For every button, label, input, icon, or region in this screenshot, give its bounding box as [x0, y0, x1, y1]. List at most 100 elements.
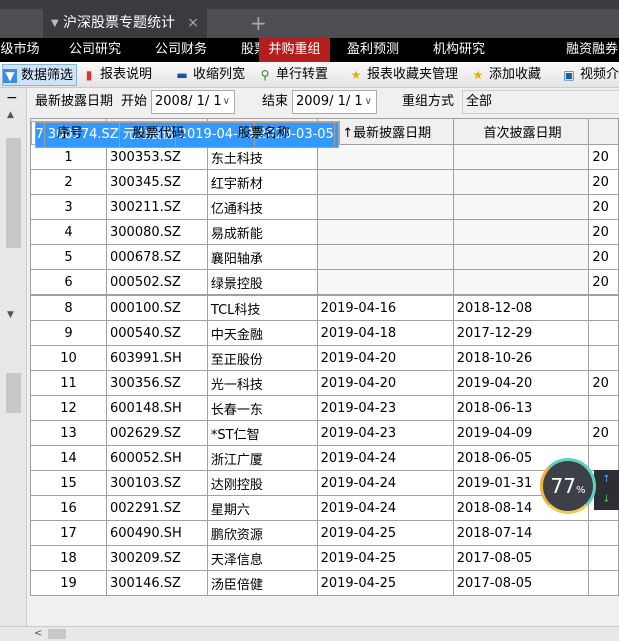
- video-button[interactable]: ▣ 视频介绍: [562, 64, 619, 86]
- col-header-extra[interactable]: [588, 118, 619, 145]
- table-cell: 2019-04-20: [316, 370, 454, 396]
- nav-item[interactable]: 公司研究: [52, 38, 138, 62]
- method-select[interactable]: 全部: [462, 90, 619, 114]
- table-row[interactable]: 9 000540.SZ 中天金融 2019-04-18 2017-12-29: [30, 320, 619, 346]
- performance-gauge[interactable]: 77%: [540, 458, 596, 514]
- table-cell: 300146.SZ: [106, 570, 208, 596]
- data-filter-button[interactable]: ▼ 数据筛选: [2, 64, 78, 86]
- chart-icon: ▮: [85, 68, 93, 82]
- table-cell: 2019-04-25: [316, 520, 454, 546]
- table-cell: 汤臣倍健: [206, 570, 318, 596]
- table-row[interactable]: 3 300211.SZ 亿通科技 20: [30, 194, 619, 220]
- scroll-thumb[interactable]: [48, 629, 66, 639]
- chevron-down-icon: ∨: [364, 96, 372, 107]
- table-row[interactable]: 6 000502.SZ 绿景控股 20: [30, 269, 619, 295]
- scroll-up-icon[interactable]: ▲: [7, 110, 14, 120]
- table-row[interactable]: 1 300353.SZ 东土科技 20: [30, 144, 619, 170]
- scroll-left-icon[interactable]: <: [34, 628, 42, 639]
- table-cell: 16: [30, 495, 107, 521]
- table-cell: 2018-07-14: [452, 520, 590, 546]
- filter-icon: ▼: [3, 69, 17, 83]
- table-row[interactable]: 13 002629.SZ *ST仁智 2019-04-23 2019-04-09 20: [30, 420, 619, 446]
- table-cell: 2019-04-25: [316, 545, 454, 571]
- dropdown-icon[interactable]: ▼: [51, 9, 59, 38]
- horizontal-scrollbar[interactable]: <: [0, 626, 619, 641]
- favorites-manage-button[interactable]: ★ 报表收藏夹管理: [349, 64, 458, 86]
- table-cell: 6: [30, 269, 107, 295]
- table-row[interactable]: 5 000678.SZ 襄阳轴承 20: [30, 244, 619, 270]
- table-row[interactable]: 17 600490.SH 鹏欣资源 2019-04-25 2018-07-14: [30, 520, 619, 546]
- table-row[interactable]: 2 300345.SZ 红宇新材 20: [30, 169, 619, 195]
- label: 单行转置: [276, 67, 329, 82]
- table-cell: 002629.SZ: [106, 420, 208, 446]
- table-row[interactable]: 11 300356.SZ 光一科技 2019-04-20 2019-04-20 20: [30, 370, 619, 396]
- table-row[interactable]: 8 000100.SZ TCL科技 2019-04-16 2018-12-08: [30, 295, 619, 321]
- table-cell: 达刚控股: [206, 470, 318, 496]
- star-add-icon: ★: [472, 68, 484, 82]
- end-date-picker[interactable]: 2009/ 1/ 1 ∨: [292, 90, 377, 114]
- table-cell: [316, 219, 454, 245]
- scrollbar[interactable]: [6, 138, 21, 248]
- scrollbar[interactable]: [6, 373, 21, 413]
- table-cell: 2019-04-09: [452, 420, 590, 446]
- table-cell: 2019-04-23: [316, 395, 454, 421]
- nav-item[interactable]: 盈利预测: [330, 38, 416, 62]
- table-cell: [452, 144, 590, 170]
- nav-item-active[interactable]: 并购重组: [259, 38, 330, 62]
- table-cell: 18: [30, 545, 107, 571]
- video-icon: ▣: [563, 68, 575, 82]
- table-cell: 2018-12-08: [452, 295, 590, 321]
- table-cell: [452, 244, 590, 270]
- nav-item[interactable]: 公司财务: [138, 38, 224, 62]
- add-tab-button[interactable]: +: [250, 9, 267, 38]
- start-date-picker[interactable]: 2008/ 1/ 1 ∨: [151, 90, 235, 114]
- table-cell: 9: [30, 320, 107, 346]
- magnifier-icon: ⚲: [260, 68, 270, 82]
- label: 收缩列宽: [193, 67, 246, 82]
- add-favorite-button[interactable]: ★ 添加收藏: [471, 64, 541, 86]
- table-cell: 20: [588, 269, 619, 295]
- report-desc-button[interactable]: ▮ 报表说明: [82, 64, 152, 86]
- tab-stock-stats[interactable]: ▼ 沪深股票专题统计 ×: [43, 9, 207, 38]
- label: 数据筛选: [21, 68, 74, 83]
- table-cell: 光一科技: [206, 370, 318, 396]
- nav-item[interactable]: 级市场: [0, 38, 40, 62]
- close-icon[interactable]: ×: [187, 9, 199, 38]
- table-cell: 1: [30, 144, 107, 170]
- method-label: 重组方式: [402, 94, 455, 109]
- transpose-button[interactable]: ⚲ 单行转置: [258, 64, 328, 86]
- table-cell: 星期六: [206, 495, 318, 521]
- table-row[interactable]: 19 300146.SZ 汤臣倍健 2019-04-25 2017-08-05: [30, 570, 619, 596]
- table-cell: 000678.SZ: [106, 244, 208, 270]
- col-header-first-date[interactable]: 首次披露日期: [452, 118, 590, 145]
- table-cell: 600148.SH: [106, 395, 208, 421]
- table-cell: 东土科技: [206, 144, 318, 170]
- table-row[interactable]: 4 300080.SZ 易成新能 20: [30, 219, 619, 245]
- label: 报表说明: [100, 67, 153, 82]
- end-label: 结束: [262, 94, 289, 109]
- table-row[interactable]: 10 603991.SH 至正股份 2019-04-20 2018-10-26: [30, 345, 619, 371]
- table-cell: 长春一东: [206, 395, 318, 421]
- shrink-columns-button[interactable]: ▬ 收缩列宽: [175, 64, 245, 86]
- table-row[interactable]: 15 300103.SZ 达刚控股 2019-04-24 2019-01-31: [30, 470, 619, 496]
- collapse-icon[interactable]: −: [6, 90, 18, 106]
- table-cell: *ST仁智: [206, 420, 318, 446]
- table-row[interactable]: 16 002291.SZ 星期六 2019-04-24 2018-08-14: [30, 495, 619, 521]
- table-cell: 13: [30, 420, 107, 446]
- table-row[interactable]: 14 600052.SH 浙江广厦 2019-04-24 2018-06-05: [30, 445, 619, 471]
- table-cell: 000502.SZ: [106, 269, 208, 295]
- table-cell: 2019-04-24: [316, 470, 454, 496]
- value: 2009/ 1/ 1: [296, 94, 363, 109]
- table-cell: 2019-04-24: [316, 495, 454, 521]
- nav-item[interactable]: 融资融券: [566, 38, 619, 62]
- table-cell: 2019-04-25: [316, 570, 454, 596]
- table-cell: 20: [588, 370, 619, 396]
- table-cell: TCL科技: [206, 295, 318, 321]
- table-cell: 3: [30, 194, 107, 220]
- table-cell: [452, 219, 590, 245]
- nav-item[interactable]: 机构研究: [416, 38, 502, 62]
- scroll-down-icon[interactable]: ▼: [7, 310, 14, 320]
- table-row[interactable]: 12 600148.SH 长春一东 2019-04-23 2018-06-13: [30, 395, 619, 421]
- upload-icon: ↑: [602, 474, 611, 485]
- table-row[interactable]: 18 300209.SZ 天泽信息 2019-04-25 2017-08-05: [30, 545, 619, 571]
